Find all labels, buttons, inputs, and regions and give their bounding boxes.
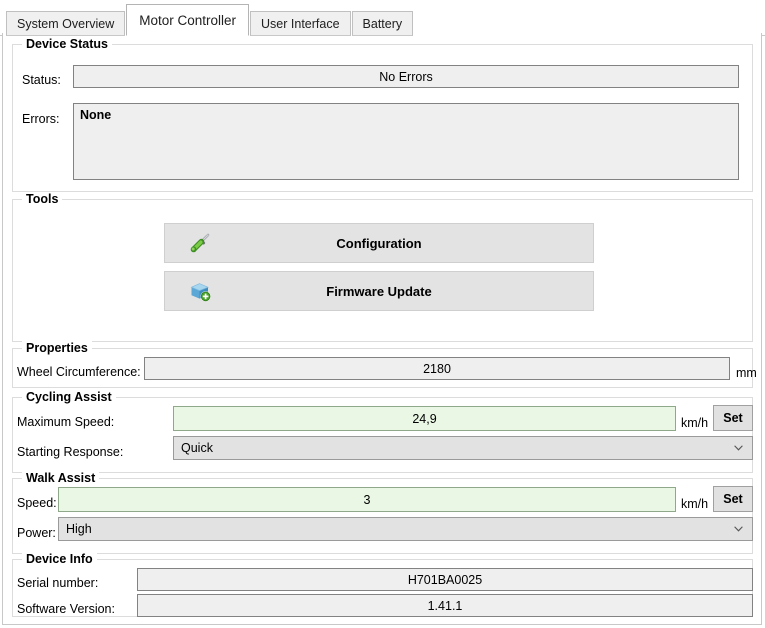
device-info-group: Device Info Serial number: H701BA0025 So…	[12, 552, 753, 617]
walk-speed-set-button[interactable]: Set	[713, 486, 753, 512]
walk-power-select[interactable]: High	[58, 517, 753, 541]
tab-battery[interactable]: Battery	[351, 11, 414, 36]
device-status-group: Device Status Status: No Errors Errors: …	[12, 37, 753, 192]
tools-group: Tools Configuration Firmware Update	[12, 192, 753, 342]
walk-speed-unit: km/h	[681, 497, 709, 511]
status-label: Status:	[22, 73, 61, 87]
tab-motor-controller[interactable]: Motor Controller	[126, 4, 250, 36]
errors-label: Errors:	[22, 112, 60, 126]
configuration-button-label: Configuration	[336, 235, 422, 251]
screwdriver-icon	[183, 232, 217, 254]
device-status-legend: Device Status	[22, 37, 112, 51]
serial-number-field: H701BA0025	[137, 568, 753, 591]
status-value-field: No Errors	[73, 65, 739, 88]
tab-system-overview[interactable]: System Overview	[6, 11, 126, 36]
serial-number-label: Serial number:	[17, 576, 99, 590]
errors-value-field: None	[73, 103, 739, 180]
maximum-speed-unit: km/h	[681, 416, 709, 430]
starting-response-label: Starting Response:	[17, 445, 124, 459]
walk-power-label: Power:	[17, 526, 56, 540]
chevron-down-icon	[734, 526, 743, 532]
package-update-icon	[183, 279, 217, 303]
walk-assist-legend: Walk Assist	[22, 471, 100, 485]
wheel-circumference-unit: mm	[736, 366, 757, 380]
walk-speed-label: Speed:	[17, 496, 57, 510]
chevron-down-icon	[734, 445, 743, 451]
walk-assist-group: Walk Assist Speed: 3 km/h Set Power: Hig…	[12, 471, 753, 554]
properties-legend: Properties	[22, 341, 92, 355]
cycling-assist-group: Cycling Assist Maximum Speed: 24,9 km/h …	[12, 390, 753, 473]
wheel-circumference-label: Wheel Circumference:	[17, 365, 141, 379]
tab-user-interface[interactable]: User Interface	[250, 11, 351, 36]
maximum-speed-input[interactable]: 24,9	[173, 406, 676, 431]
firmware-update-button[interactable]: Firmware Update	[164, 271, 594, 311]
configuration-button[interactable]: Configuration	[164, 223, 594, 263]
walk-speed-input[interactable]: 3	[58, 487, 676, 512]
properties-group: Properties Wheel Circumference: 2180 mm	[12, 341, 757, 388]
software-version-label: Software Version:	[17, 602, 115, 616]
motor-controller-panel: Device Status Status: No Errors Errors: …	[2, 33, 762, 625]
cycling-assist-legend: Cycling Assist	[22, 390, 116, 404]
software-version-field: 1.41.1	[137, 594, 753, 617]
tools-legend: Tools	[22, 192, 63, 206]
maximum-speed-set-button[interactable]: Set	[713, 405, 753, 431]
tab-bar: System Overview Motor Controller User In…	[0, 0, 765, 36]
device-info-legend: Device Info	[22, 552, 97, 566]
firmware-update-button-label: Firmware Update	[326, 283, 432, 299]
wheel-circumference-field[interactable]: 2180	[144, 357, 730, 380]
maximum-speed-label: Maximum Speed:	[17, 415, 115, 429]
starting-response-select[interactable]: Quick	[173, 436, 753, 460]
